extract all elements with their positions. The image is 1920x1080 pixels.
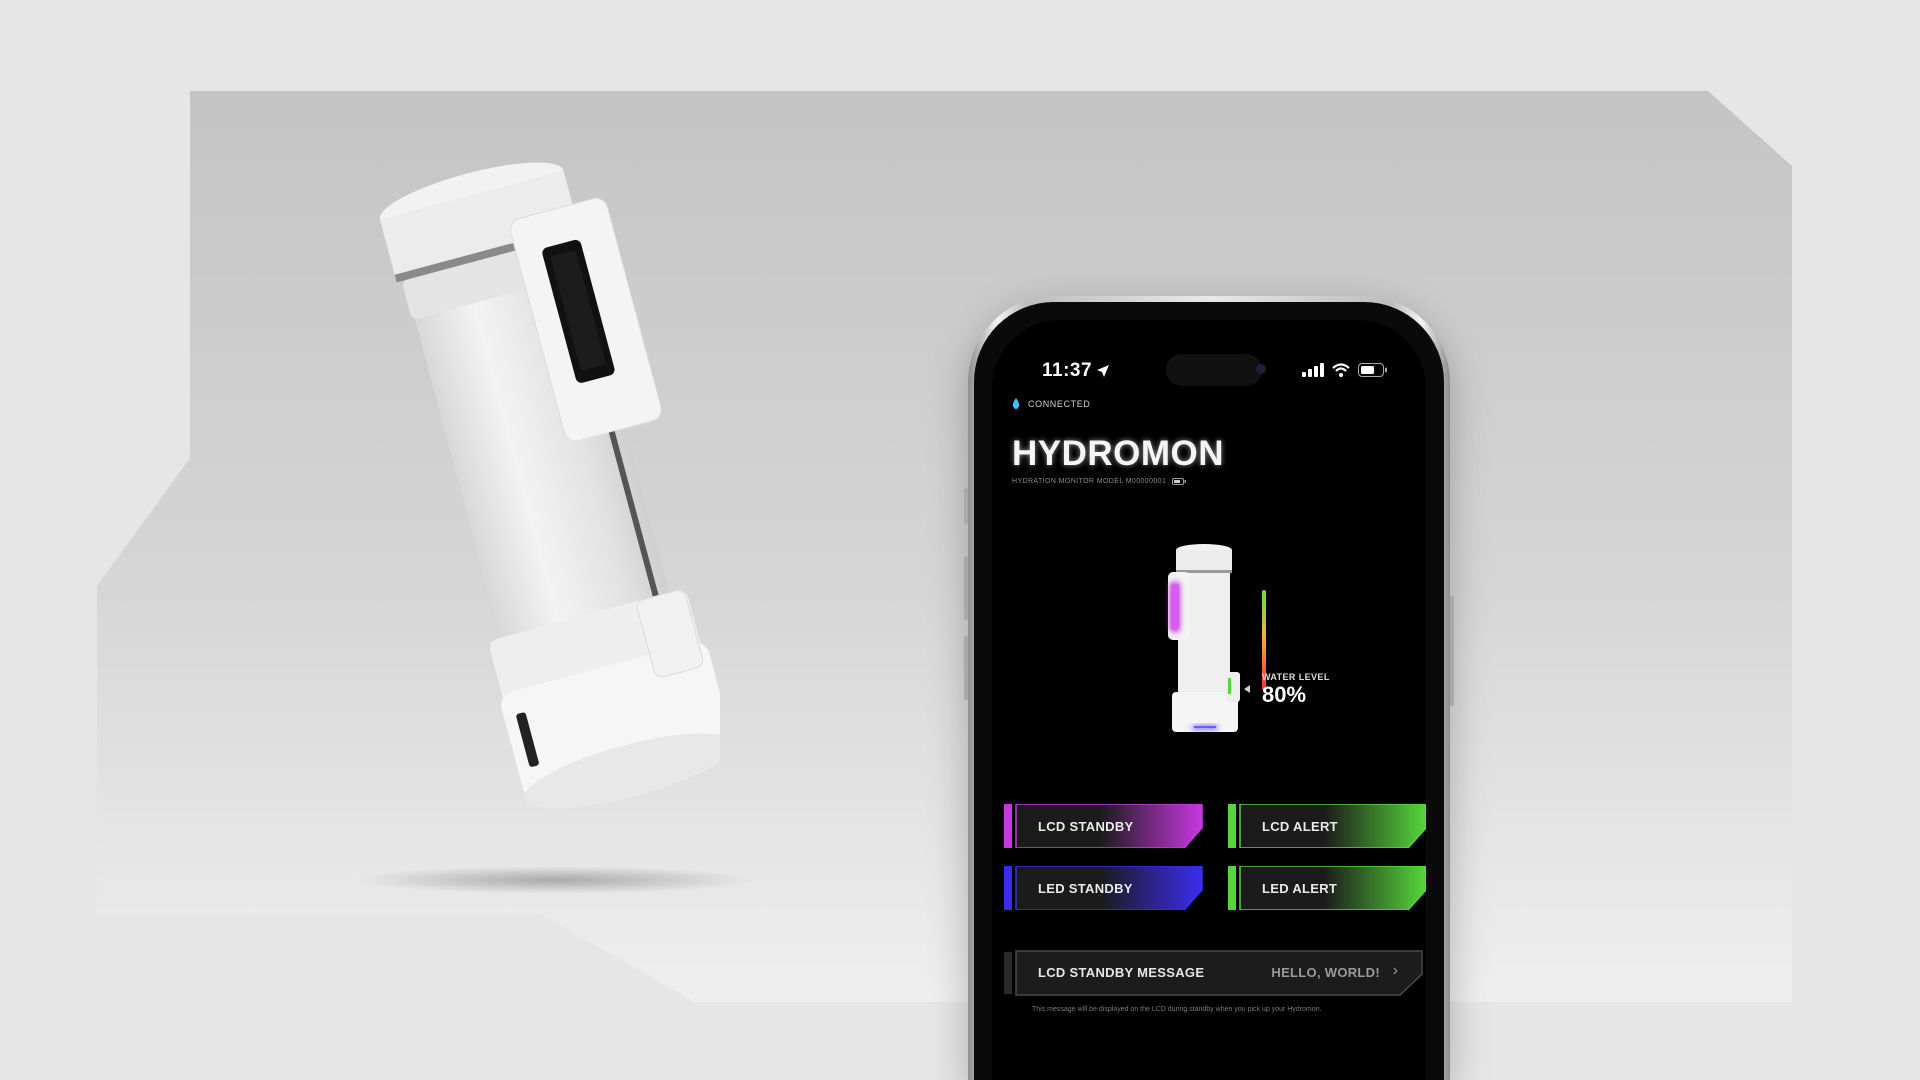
device-status-render <box>1168 544 1266 732</box>
status-bar: 11:37 <box>992 354 1426 388</box>
water-level-readout: WATER LEVEL 80% <box>1262 672 1330 708</box>
water-level-label: WATER LEVEL <box>1262 672 1330 682</box>
standby-message-value: HELLO, WORLD! <box>1271 965 1380 980</box>
front-camera <box>1256 364 1266 374</box>
device-battery-icon <box>1172 478 1187 485</box>
standby-message-label: LCD STANDBY MESSAGE <box>1038 965 1205 980</box>
phone-side-button <box>964 488 968 524</box>
lcd-standby-label: LCD STANDBY <box>1038 818 1134 834</box>
phone-volume-up <box>964 556 968 620</box>
wifi-icon <box>1332 363 1350 377</box>
water-drop-icon <box>1012 398 1020 409</box>
led-alert-label: LED ALERT <box>1262 880 1338 896</box>
battery-icon <box>1358 363 1387 377</box>
product-scene: 11:37 CONNECTED HYDROMON HYDRATION MONIT… <box>0 0 1920 1080</box>
location-arrow-icon <box>1097 365 1110 377</box>
phone-volume-down <box>964 636 968 700</box>
status-time: 11:37 <box>1042 360 1110 382</box>
app-title: HYDROMON <box>1012 434 1225 473</box>
lcd-alert-label: LCD ALERT <box>1262 818 1338 834</box>
connection-status-text: CONNECTED <box>1028 398 1091 409</box>
led-standby-label: LED STANDBY <box>1038 880 1133 896</box>
status-time-text: 11:37 <box>1042 360 1093 381</box>
lcd-standby-message-row[interactable]: LCD STANDBY MESSAGE HELLO, WORLD! › <box>1004 950 1424 996</box>
device-model-text: HYDRATION MONITOR MODEL M00000001 <box>1012 478 1167 485</box>
lcd-standby-button[interactable]: LCD STANDBY <box>1004 804 1204 848</box>
status-icons <box>1302 363 1388 377</box>
led-standby-button[interactable]: LED STANDBY <box>1004 866 1204 910</box>
phone-bezel: 11:37 CONNECTED HYDROMON HYDRATION MONIT… <box>974 302 1444 1080</box>
connection-status: CONNECTED <box>1012 398 1090 409</box>
app-screen: 11:37 CONNECTED HYDROMON HYDRATION MONIT… <box>992 320 1426 1080</box>
device-model-line: HYDRATION MONITOR MODEL M00000001 <box>1012 478 1187 485</box>
dynamic-island <box>1166 354 1262 386</box>
background-panel <box>97 91 1792 1002</box>
lcd-alert-button[interactable]: LCD ALERT <box>1228 804 1426 848</box>
phone-mockup: 11:37 CONNECTED HYDROMON HYDRATION MONIT… <box>964 296 1454 1080</box>
hydromon-bottle-render <box>380 162 720 809</box>
cellular-signal-icon <box>1302 363 1324 377</box>
standby-message-note: This message will be displayed on the LC… <box>1032 1006 1322 1013</box>
led-alert-button[interactable]: LED ALERT <box>1228 866 1426 910</box>
phone-power-button <box>1450 596 1454 706</box>
water-level-value: 80% <box>1262 682 1307 707</box>
chevron-right-icon: › <box>1392 962 1398 979</box>
